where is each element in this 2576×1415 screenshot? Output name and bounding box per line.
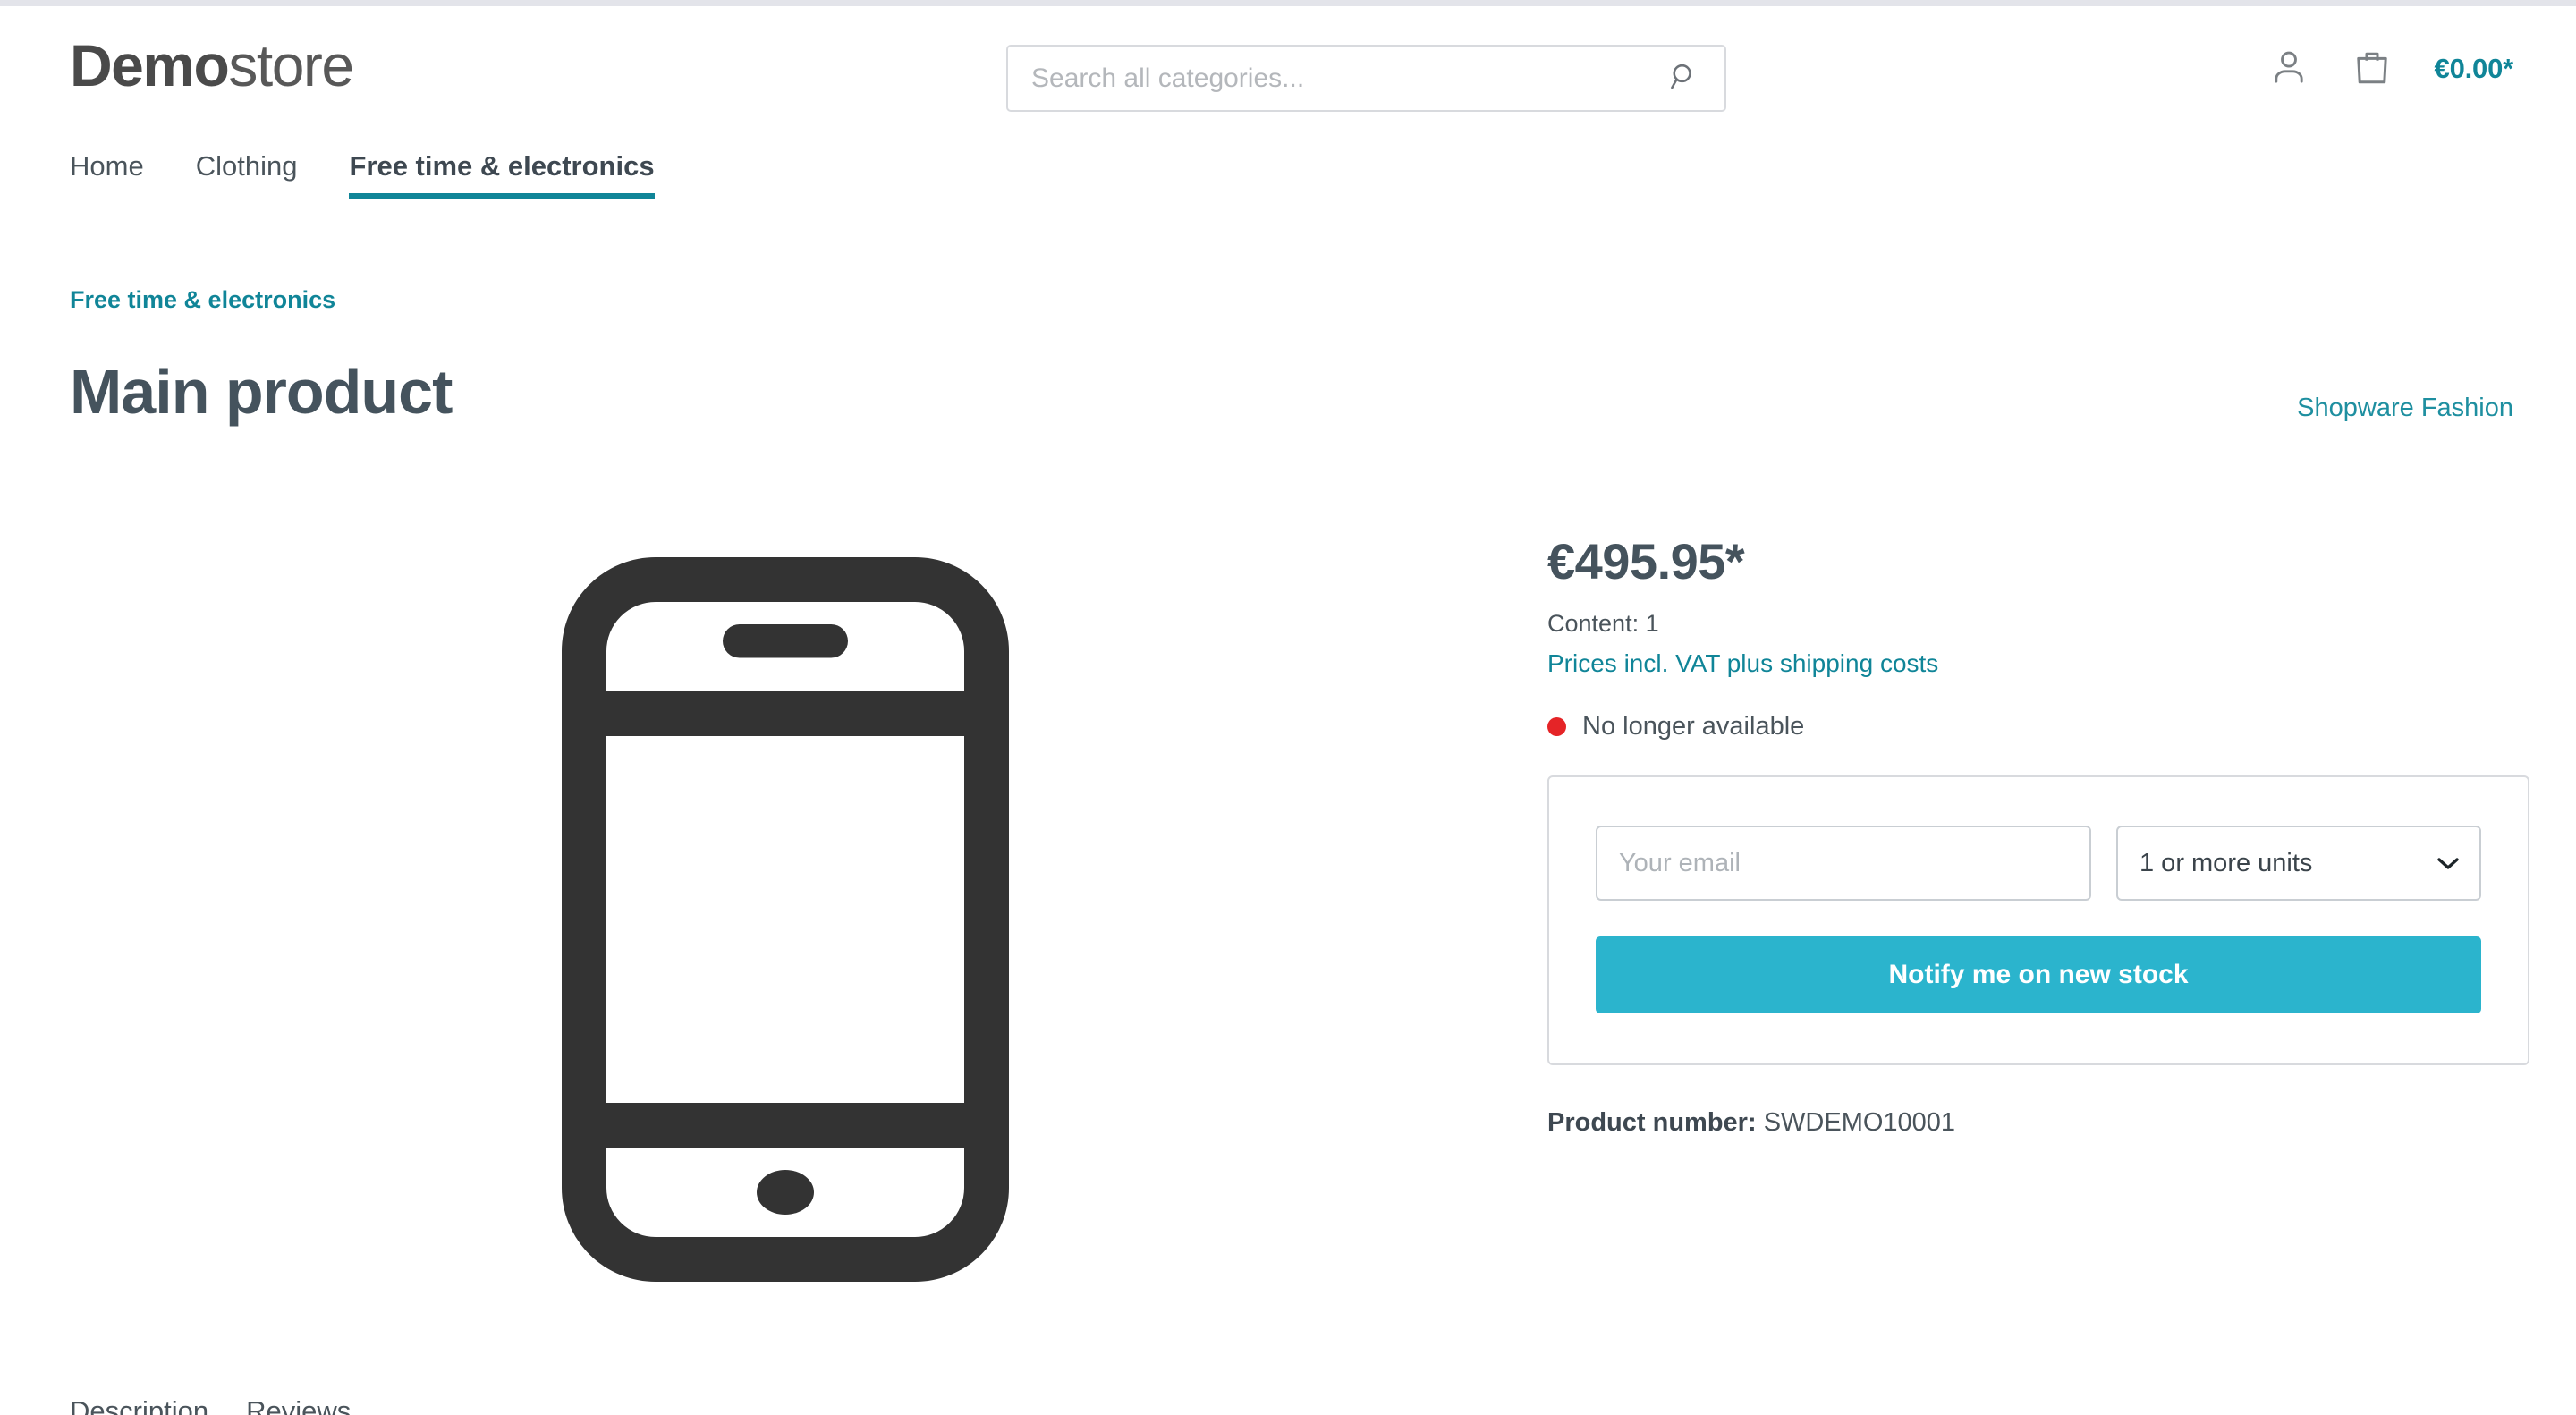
site-header: Demostore Search all categories... €0.00… xyxy=(0,6,2576,145)
page-title: Main product xyxy=(70,357,453,427)
status-badge: No longer available xyxy=(1582,712,1805,741)
product-number-label: Product number: xyxy=(1547,1108,1757,1137)
site-logo[interactable]: Demostore xyxy=(70,36,354,95)
tab-description[interactable]: Description xyxy=(70,1395,208,1415)
product-number: Product number: SWDEMO10001 xyxy=(1547,1108,2531,1138)
nav-list: Home Clothing Free time & electronics xyxy=(70,150,707,199)
product-detail-page: Demostore Search all categories... €0.00… xyxy=(0,0,2576,1415)
shopping-bag-icon xyxy=(2351,46,2394,91)
search-bar[interactable] xyxy=(1006,45,1726,112)
nav-item-clothing[interactable]: Clothing xyxy=(196,150,298,199)
breadcrumb[interactable]: Free time & electronics xyxy=(70,286,335,314)
logo-light-text: store xyxy=(228,32,354,98)
top-accent-band xyxy=(0,0,2576,6)
main-navigation: Home Clothing Free time & electronics xyxy=(0,150,2576,206)
user-icon xyxy=(2268,47,2309,90)
cart-total-amount[interactable]: €0.00* xyxy=(2435,53,2514,85)
search-submit-button[interactable] xyxy=(1653,47,1716,110)
delivery-status: No longer available xyxy=(1547,712,2531,741)
search-input[interactable] xyxy=(1008,47,1634,110)
tab-reviews[interactable]: Reviews xyxy=(246,1395,351,1415)
cart-button[interactable] xyxy=(2351,46,2394,91)
notify-form: 1 or more units Notify me on new stock xyxy=(1547,775,2529,1065)
search-icon xyxy=(1667,60,1701,97)
smartphone-icon xyxy=(562,556,1009,1286)
product-content: Content: 1 xyxy=(1547,610,1659,637)
units-select[interactable]: 1 or more units xyxy=(2116,826,2481,901)
units-select-wrapper: 1 or more units xyxy=(2116,826,2481,901)
product-detail-tabs: Description Reviews xyxy=(70,1395,351,1415)
header-actions: €0.00* xyxy=(2268,46,2513,91)
product-gallery[interactable] xyxy=(70,501,1501,1342)
email-field[interactable] xyxy=(1596,826,2091,901)
account-button[interactable] xyxy=(2268,47,2309,90)
notify-form-row: 1 or more units xyxy=(1596,826,2481,901)
product-price: €495.95* xyxy=(1547,533,1745,589)
tax-shipping-note[interactable]: Prices incl. VAT plus shipping costs xyxy=(1547,649,2531,678)
status-dot-icon xyxy=(1547,717,1566,736)
product-number-value: SWDEMO10001 xyxy=(1763,1108,1956,1137)
product-buy-column: €495.95* Content: 1 Prices incl. VAT plu… xyxy=(1547,537,2531,1138)
manufacturer-link[interactable]: Shopware Fashion xyxy=(2297,394,2513,423)
nav-item-home[interactable]: Home xyxy=(70,150,144,199)
logo-bold-text: Demo xyxy=(70,32,230,98)
notify-submit-button[interactable]: Notify me on new stock xyxy=(1596,936,2481,1013)
nav-item-free-time-electronics[interactable]: Free time & electronics xyxy=(349,150,655,199)
